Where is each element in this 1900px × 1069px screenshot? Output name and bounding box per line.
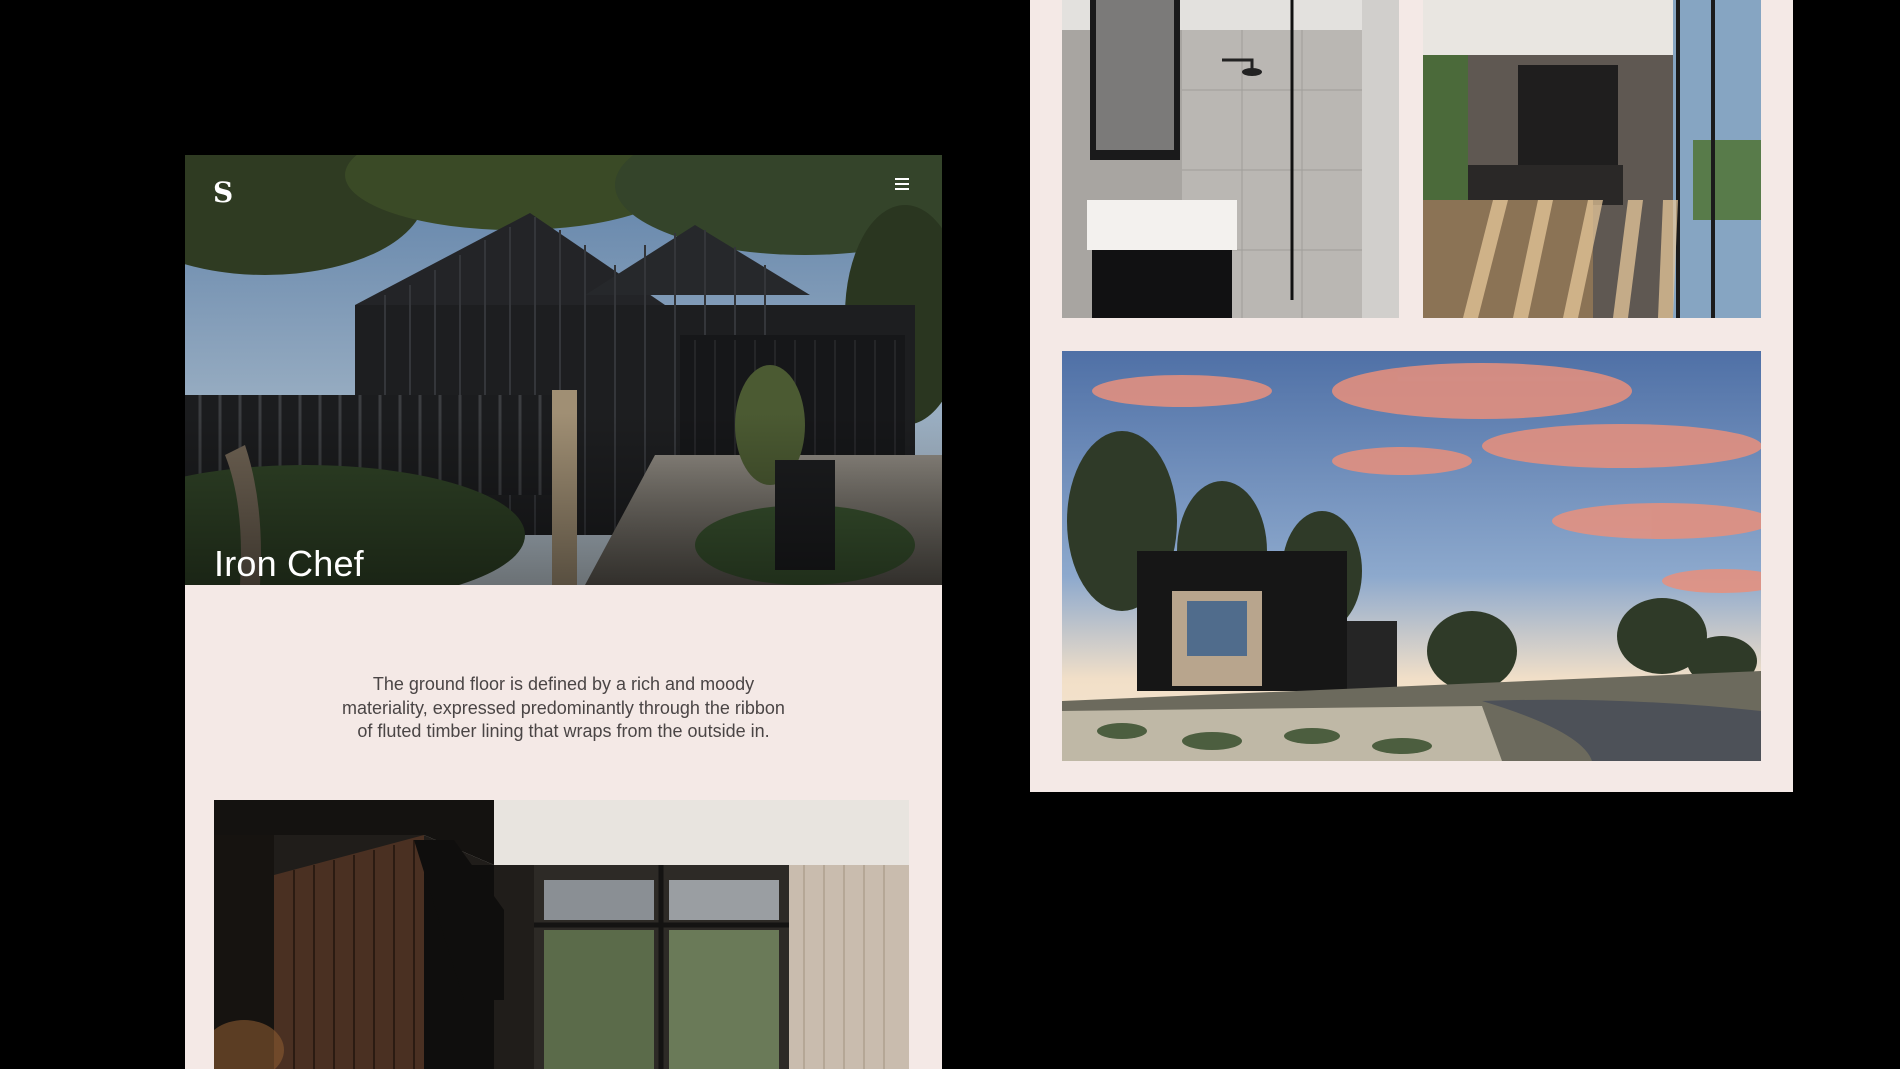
hamburger-menu-icon[interactable]: [895, 178, 911, 190]
project-page-mockup: S Iron Chef The ground floor is defined …: [185, 155, 942, 1069]
gallery-image-bathroom: [1062, 0, 1399, 318]
project-description: The ground floor is defined by a rich an…: [342, 674, 785, 741]
logo-mark: S: [213, 176, 234, 209]
gallery-page-mockup: [1030, 0, 1793, 792]
site-logo[interactable]: S: [213, 179, 233, 207]
hero-image: S Iron Chef: [185, 155, 942, 585]
cabin-sunset-photo: [1062, 351, 1761, 761]
gallery-image-hallway: [1423, 0, 1761, 318]
presentation-stage: S Iron Chef The ground floor is defined …: [0, 0, 1900, 1069]
gallery-image-cabin: [1062, 351, 1761, 761]
bathroom-photo: [1062, 0, 1399, 318]
project-title: Iron Chef: [214, 543, 364, 585]
interior-image: [214, 800, 909, 1069]
house-exterior-photo: [185, 155, 942, 585]
interior-living-photo: [214, 800, 909, 1069]
hallway-photo: [1423, 0, 1761, 318]
